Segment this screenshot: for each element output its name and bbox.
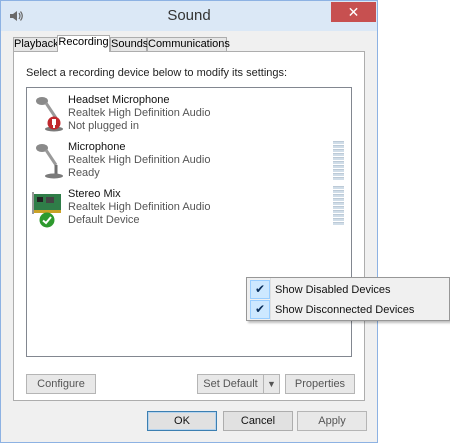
title-bar: Sound ✕ bbox=[1, 1, 377, 31]
cancel-button[interactable]: Cancel bbox=[223, 411, 293, 431]
tab-sounds[interactable]: Sounds bbox=[110, 37, 148, 51]
tab-communications[interactable]: Communications bbox=[147, 37, 230, 51]
device-status: Not plugged in bbox=[68, 120, 139, 132]
menu-item-show-disconnected-devices[interactable]: ✔ Show Disconnected Devices bbox=[249, 300, 447, 320]
level-meter bbox=[333, 141, 344, 181]
configure-button[interactable]: Configure bbox=[26, 374, 96, 394]
device-item-microphone[interactable]: Microphone Realtek High Definition Audio… bbox=[27, 139, 351, 184]
chevron-down-icon: ▼ bbox=[267, 379, 276, 389]
set-default-button[interactable]: Set Default bbox=[197, 374, 264, 394]
recording-panel: Select a recording device below to modif… bbox=[13, 51, 365, 401]
checkmark-icon: ✔ bbox=[250, 280, 270, 299]
window-title: Sound bbox=[167, 7, 211, 24]
apply-button[interactable]: Apply bbox=[297, 411, 367, 431]
device-status: Default Device bbox=[68, 214, 140, 226]
microphone-icon bbox=[32, 141, 64, 181]
checkmark-icon: ✔ bbox=[250, 300, 270, 319]
tab-recording[interactable]: Recording bbox=[57, 35, 110, 52]
device-name: Stereo Mix bbox=[68, 188, 121, 200]
close-icon: ✕ bbox=[347, 4, 360, 20]
close-button[interactable]: ✕ bbox=[331, 2, 376, 22]
device-item-stereo-mix[interactable]: Stereo Mix Realtek High Definition Audio… bbox=[27, 186, 351, 231]
level-meter bbox=[333, 186, 344, 226]
sound-dialog: Sound ✕ Playback Recording Sounds Commun… bbox=[0, 0, 378, 443]
ok-button[interactable]: OK bbox=[147, 411, 217, 431]
set-default-dropdown[interactable]: ▼ bbox=[263, 374, 280, 394]
tab-playback[interactable]: Playback bbox=[13, 37, 59, 51]
menu-item-label: Show Disconnected Devices bbox=[275, 304, 415, 316]
context-menu: ✔ Show Disabled Devices ✔ Show Disconnec… bbox=[246, 277, 450, 321]
device-name: Headset Microphone bbox=[68, 94, 170, 106]
menu-item-label: Show Disabled Devices bbox=[275, 284, 391, 296]
menu-item-show-disabled-devices[interactable]: ✔ Show Disabled Devices bbox=[249, 280, 447, 300]
device-name: Microphone bbox=[68, 141, 126, 153]
default-check-badge-icon bbox=[39, 212, 55, 231]
device-status: Ready bbox=[68, 167, 100, 179]
device-driver: Realtek High Definition Audio bbox=[68, 201, 211, 213]
properties-button[interactable]: Properties bbox=[285, 374, 355, 394]
device-driver: Realtek High Definition Audio bbox=[68, 154, 211, 166]
device-item-headset-microphone[interactable]: Headset Microphone Realtek High Definiti… bbox=[27, 92, 351, 137]
device-driver: Realtek High Definition Audio bbox=[68, 107, 211, 119]
unplugged-badge-icon bbox=[47, 116, 61, 133]
instruction-text: Select a recording device below to modif… bbox=[26, 67, 288, 79]
